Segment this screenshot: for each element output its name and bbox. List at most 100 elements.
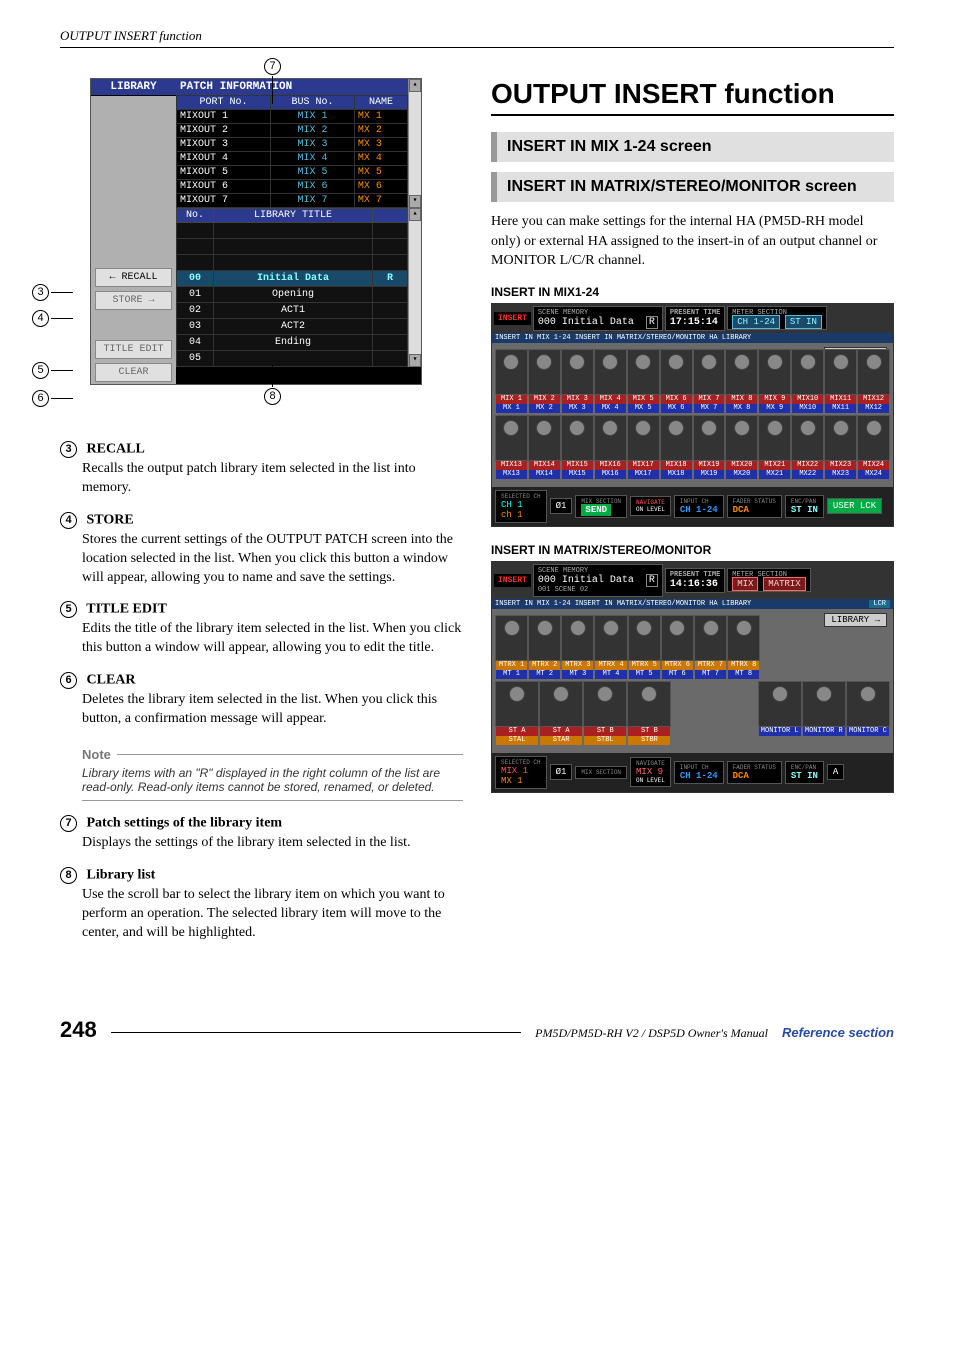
- callout-6: 6: [32, 390, 73, 407]
- library-list-row[interactable]: 05: [177, 351, 408, 367]
- patch-row: MIXOUT 4MIX 4MX 4: [177, 152, 408, 166]
- library-list-row[interactable]: 04Ending: [177, 335, 408, 351]
- patch-row: MIXOUT 1MIX 1MX 1: [177, 110, 408, 124]
- mixer-screenshot-mix124: INSERT SCENE MEMORY 000 Initial Data R P…: [491, 303, 894, 527]
- page-footer: 248 PM5D/PM5D-RH V2 / DSP5D Owner's Manu…: [60, 1017, 894, 1043]
- channel-strip[interactable]: MTRX 4MT 4: [595, 615, 626, 679]
- input-ch: INPUT CHCH 1-24: [674, 761, 724, 784]
- channel-strip[interactable]: MIX15MX15: [562, 415, 593, 479]
- channel-strip[interactable]: MIX 2MX 2: [529, 349, 560, 413]
- callout-7: 7: [264, 58, 281, 75]
- channel-strip[interactable]: MIX19MX19: [694, 415, 725, 479]
- channel-strip[interactable]: MIX 7MX 7: [694, 349, 725, 413]
- callout-4: 4: [32, 310, 73, 327]
- library-list-row[interactable]: 03ACT2: [177, 319, 408, 335]
- channel-strip[interactable]: ST ASTAR: [540, 681, 582, 745]
- caption-matrix: INSERT IN MATRIX/STEREO/MONITOR: [491, 543, 894, 557]
- mix-section: MIX SECTION: [575, 766, 627, 779]
- channel-strip[interactable]: MIX14MX14: [529, 415, 560, 479]
- list-scrollbar[interactable]: ▴ ▾: [408, 208, 421, 367]
- channel-strip[interactable]: MIX 6MX 6: [661, 349, 692, 413]
- user-lock: USER LCK: [827, 498, 882, 514]
- channel-strip[interactable]: MIX21MX21: [759, 415, 790, 479]
- channel-strip[interactable]: ST BSTBR: [628, 681, 670, 745]
- library-list-row[interactable]: [177, 255, 408, 271]
- scroll-up-icon[interactable]: ▴: [409, 208, 421, 221]
- col-port: PORT No.: [177, 96, 271, 110]
- channel-strip[interactable]: MIX13MX13: [496, 415, 527, 479]
- library-list-table[interactable]: No. LIBRARY TITLE 00Initial DataR01Openi…: [176, 208, 408, 367]
- channel-strip[interactable]: MIX11MX11: [825, 349, 856, 413]
- library-list-row[interactable]: 02ACT1: [177, 303, 408, 319]
- channel-strip[interactable]: MONITOR R: [803, 681, 845, 745]
- mixer-tabs[interactable]: INSERT IN MIX 1-24 INSERT IN MATRIX/STER…: [492, 599, 893, 609]
- header-section-title: OUTPUT INSERT function: [60, 28, 202, 43]
- clear-button[interactable]: CLEAR: [95, 363, 172, 382]
- channel-strip[interactable]: MIX10MX10: [792, 349, 823, 413]
- channel-strip[interactable]: MTRX 2MT 2: [529, 615, 560, 679]
- scroll-down-icon[interactable]: ▾: [409, 195, 421, 208]
- channel-strip[interactable]: MTRX 6MT 6: [662, 615, 693, 679]
- col-name: NAME: [354, 96, 407, 110]
- patch-info-header: PATCH INFORMATION: [176, 79, 408, 95]
- patch-info-table: PORT No. BUS No. NAME MIXOUT 1MIX 1MX 1M…: [176, 95, 408, 208]
- col-no: No.: [177, 209, 214, 223]
- channel-strip[interactable]: MTRX 3MT 3: [562, 615, 593, 679]
- note-text: Library items with an "R" displayed in t…: [82, 762, 463, 801]
- channel-strip[interactable]: MIX 9MX 9: [759, 349, 790, 413]
- channel-strip[interactable]: MIX20MX20: [726, 415, 757, 479]
- mix-section: MIX SECTIONSEND: [575, 495, 627, 518]
- channel-strip[interactable]: ST ASTAL: [496, 681, 538, 745]
- desc-library-list: 8 Library list Use the scroll bar to sel…: [60, 867, 463, 943]
- channel-strip[interactable]: MONITOR L: [759, 681, 801, 745]
- channel-strip[interactable]: ST BSTBL: [584, 681, 626, 745]
- channel-strip[interactable]: MTRX 8MT 8: [728, 615, 759, 679]
- scene-memory: SCENE MEMORY 000 Initial Data R 001 SCEN…: [533, 564, 663, 597]
- channel-strip[interactable]: MIX22MX22: [792, 415, 823, 479]
- library-list-row[interactable]: [177, 223, 408, 239]
- channel-strip[interactable]: MIX 5MX 5: [628, 349, 659, 413]
- present-time: PRESENT TIME 14:16:36: [665, 568, 725, 593]
- channel-strip[interactable]: MTRX 1MT 1: [496, 615, 527, 679]
- channel-strip[interactable]: MIX 4MX 4: [595, 349, 626, 413]
- insert-badge: INSERT: [494, 312, 531, 325]
- fader-status: FADER STATUSDCA: [727, 761, 782, 784]
- library-panel-figure: 7 3 4 5 6 LIBRARY: [60, 78, 463, 385]
- store-button[interactable]: STORE →: [95, 291, 172, 310]
- channel-strip[interactable]: MTRX 5MT 5: [629, 615, 660, 679]
- patch-scrollbar[interactable]: ▴ ▾: [408, 79, 421, 208]
- fader-status: FADER STATUSDCA: [727, 495, 782, 518]
- channel-strip[interactable]: MIX 8MX 8: [726, 349, 757, 413]
- library-list-row[interactable]: [177, 239, 408, 255]
- input-ch: INPUT CHCH 1-24: [674, 495, 724, 518]
- channel-strip[interactable]: MIX24MX24: [858, 415, 889, 479]
- phantom-indicator: Ø1: [550, 764, 573, 780]
- library-list-row[interactable]: 01Opening: [177, 287, 408, 303]
- channel-strip[interactable]: MIX18MX18: [661, 415, 692, 479]
- patch-row: MIXOUT 6MIX 6MX 6: [177, 180, 408, 194]
- selected-ch: SELECTED CH CH 1 ch 1: [495, 490, 547, 523]
- channel-strip[interactable]: MIX23MX23: [825, 415, 856, 479]
- recall-button[interactable]: ← RECALL: [95, 268, 172, 287]
- library-tab[interactable]: LIBRARY: [91, 79, 176, 96]
- library-list-row[interactable]: 00Initial DataR: [177, 271, 408, 287]
- channel-strip[interactable]: MIX17MX17: [628, 415, 659, 479]
- mixer-screenshot-matrix: INSERT SCENE MEMORY 000 Initial Data R 0…: [491, 561, 894, 793]
- mixer-tabs[interactable]: INSERT IN MIX 1-24 INSERT IN MATRIX/STER…: [492, 333, 893, 343]
- patch-row: MIXOUT 7MIX 7MX 7: [177, 194, 408, 208]
- channel-strip[interactable]: MONITOR C: [847, 681, 889, 745]
- channel-strip[interactable]: MIX12MX12: [858, 349, 889, 413]
- channel-strip[interactable]: MTRX 7MT 7: [695, 615, 726, 679]
- desc-clear: 6 CLEAR Deletes the library item selecte…: [60, 672, 463, 729]
- scroll-down-icon[interactable]: ▾: [409, 354, 421, 367]
- library-pill[interactable]: LIBRARY →: [824, 613, 887, 627]
- title-edit-button[interactable]: TITLE EDIT: [95, 340, 172, 359]
- callout-3: 3: [32, 284, 73, 301]
- channel-strip[interactable]: MIX 3MX 3: [562, 349, 593, 413]
- channel-strip[interactable]: MIX 1MX 1: [496, 349, 527, 413]
- desc-store: 4 STORE Stores the current settings of t…: [60, 512, 463, 588]
- desc-patch-settings: 7 Patch settings of the library item Dis…: [60, 815, 463, 853]
- section-insert-matrix: INSERT IN MATRIX/STEREO/MONITOR screen: [491, 172, 894, 202]
- scroll-up-icon[interactable]: ▴: [409, 79, 421, 92]
- channel-strip[interactable]: MIX16MX16: [595, 415, 626, 479]
